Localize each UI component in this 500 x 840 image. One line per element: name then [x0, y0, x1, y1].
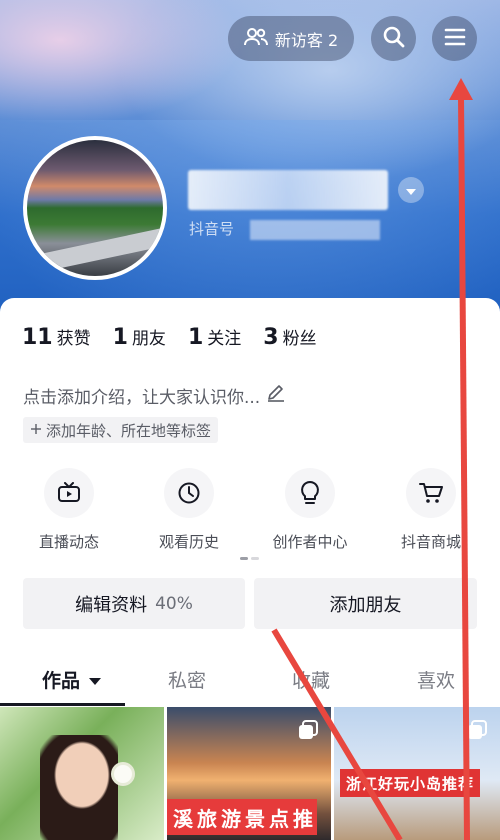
- visitors-icon: [243, 27, 268, 51]
- dropdown-icon: [405, 181, 417, 200]
- search-button[interactable]: [371, 16, 416, 61]
- multi-image-icon: [297, 719, 319, 745]
- tab-label: 私密: [168, 670, 207, 692]
- tab-label: 收藏: [292, 670, 331, 692]
- plus-icon: [30, 421, 42, 439]
- tab-label: 喜欢: [417, 670, 456, 692]
- lightbulb-icon: [285, 468, 335, 518]
- tab-private[interactable]: 私密: [168, 666, 206, 693]
- username-redacted: [188, 170, 388, 210]
- stat-number: 1: [112, 325, 128, 350]
- thumbnail-flower: [114, 765, 132, 783]
- cart-icon: [406, 468, 456, 518]
- video-thumbnail[interactable]: 浙江好玩小岛推荐: [334, 707, 500, 840]
- video-thumbnail[interactable]: 溪旅游景点推: [167, 707, 331, 840]
- tab-works[interactable]: 作品: [42, 666, 102, 693]
- stat-label: 关注: [207, 329, 242, 349]
- add-tags-chip[interactable]: 添加年龄、所在地等标签: [23, 417, 219, 443]
- bio-text: 点击添加介绍，让大家认识你...: [23, 388, 261, 408]
- shortcut-label: 直播动态: [38, 533, 99, 551]
- edit-profile-button[interactable]: 编辑资料 40%: [23, 578, 245, 629]
- add-friends-button[interactable]: 添加朋友: [254, 578, 477, 629]
- caret-down-icon: [88, 669, 102, 691]
- tab-likes[interactable]: 喜欢: [417, 666, 455, 693]
- shortcut-label: 观看历史: [158, 533, 219, 551]
- pager-dot: [251, 557, 259, 560]
- tv-icon: [44, 468, 94, 518]
- tab-favorites[interactable]: 收藏: [292, 666, 330, 693]
- search-icon: [383, 26, 405, 52]
- menu-icon: [444, 28, 466, 50]
- shortcut-creator-center[interactable]: 创作者中心: [260, 468, 360, 552]
- shortcut-douyin-mall[interactable]: 抖音商城: [381, 468, 481, 552]
- douyin-id-label: 抖音号: [189, 220, 235, 238]
- stat-label: 朋友: [131, 329, 166, 349]
- video-grid: 溪旅游景点推 浙江好玩小岛推荐: [0, 707, 500, 840]
- stat-number: 1: [187, 325, 204, 350]
- pencil-icon: [266, 383, 286, 408]
- shortcut-label: 创作者中心: [272, 533, 348, 551]
- bio-prompt[interactable]: 点击添加介绍，让大家认识你...: [23, 383, 286, 408]
- add-tags-label: 添加年龄、所在地等标签: [46, 421, 212, 440]
- shortcut-watch-history[interactable]: 观看历史: [139, 468, 239, 552]
- stat-friends[interactable]: 1 朋友: [113, 324, 166, 350]
- stat-number: 3: [263, 325, 279, 350]
- stats-row: 11 获赞 1 朋友 1 关注 3 粉丝: [22, 324, 317, 350]
- new-visitors-label: 新访客 2: [274, 30, 339, 50]
- stat-likes[interactable]: 11 获赞: [22, 324, 91, 350]
- thumbnail-caption: 溪旅游景点推: [167, 799, 317, 835]
- thumbnail-caption: 浙江好玩小岛推荐: [340, 769, 481, 797]
- add-friends-label: 添加朋友: [329, 594, 402, 616]
- account-switch-button[interactable]: [398, 177, 424, 203]
- pager-dot-active: [240, 557, 248, 560]
- edit-profile-label: 编辑资料: [75, 594, 148, 616]
- avatar[interactable]: [23, 136, 167, 280]
- menu-button[interactable]: [432, 16, 477, 61]
- stat-number: 11: [22, 325, 53, 350]
- multi-image-icon: [466, 719, 488, 745]
- new-visitors-button[interactable]: 新访客 2: [228, 16, 354, 61]
- stat-label: 粉丝: [282, 329, 317, 349]
- clock-icon: [164, 468, 214, 518]
- douyin-id-redacted: [250, 220, 380, 240]
- stat-followers[interactable]: 3 粉丝: [263, 324, 316, 350]
- thumbnail-portrait: [40, 735, 118, 840]
- video-thumbnail[interactable]: [0, 707, 164, 840]
- stat-following[interactable]: 1 关注: [188, 324, 241, 350]
- active-tab-indicator: [0, 703, 125, 706]
- shortcut-label: 抖音商城: [400, 533, 461, 551]
- tab-label: 作品: [42, 670, 81, 692]
- profile-completion: 40%: [155, 593, 193, 614]
- stat-label: 获赞: [56, 329, 91, 349]
- shortcut-live-updates[interactable]: 直播动态: [19, 468, 119, 552]
- content-tabs: 作品 私密 收藏 喜欢: [0, 654, 500, 706]
- shortcut-pager: [240, 557, 259, 560]
